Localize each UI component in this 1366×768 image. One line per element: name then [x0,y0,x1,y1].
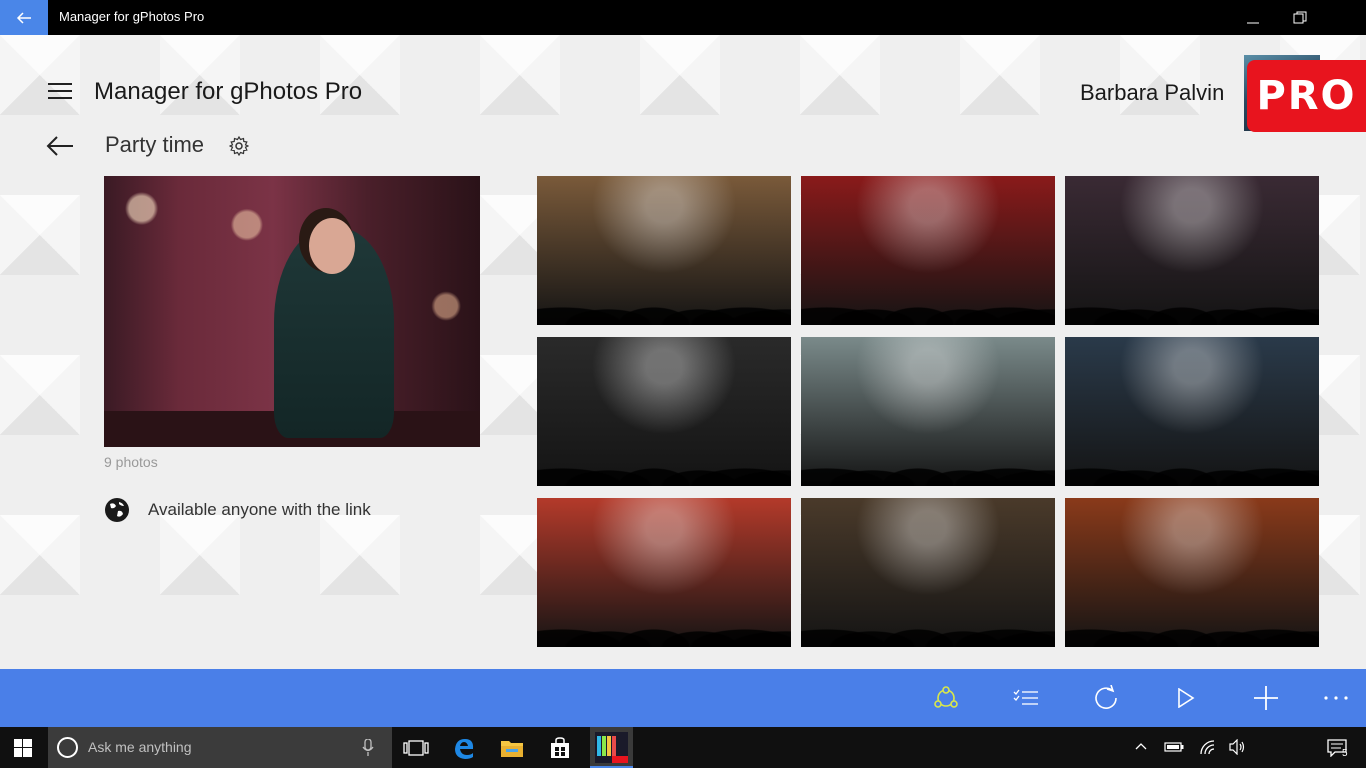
cortana-icon [57,737,78,758]
globe-icon [104,497,130,523]
play-icon [1178,688,1195,708]
task-view-icon [403,739,429,756]
album-settings-button[interactable] [228,135,250,157]
photo-count: 9 photos [104,454,158,470]
checklist-icon [1013,689,1038,705]
photo-thumbnail[interactable] [801,337,1055,486]
gphotos-app-icon [595,732,628,763]
user-name[interactable]: Barbara Palvin [1080,80,1224,106]
windows-logo-icon [14,738,32,757]
action-center-button[interactable]: 5 [1314,727,1360,768]
volume-icon[interactable] [1229,739,1247,755]
refresh-icon [1095,685,1117,709]
photo-thumbnail[interactable] [1065,176,1319,325]
more-button[interactable] [1321,683,1351,713]
add-button[interactable] [1251,683,1281,713]
gear-icon [228,135,250,157]
command-bar [0,669,1366,727]
main-content: Manager for gPhotos Pro Barbara Palvin P… [0,35,1366,669]
wifi-icon[interactable] [1199,739,1215,755]
taskbar: Ask me anything 5 [0,727,1366,768]
pro-badge: PRO [1247,60,1366,132]
store-bag-icon [551,736,569,758]
back-arrow-icon [46,136,73,156]
taskbar-store[interactable] [537,727,583,768]
photo-thumbnail[interactable] [537,337,791,486]
photo-thumbnail[interactable] [537,176,791,325]
start-button[interactable] [0,727,46,768]
plus-icon [1254,686,1278,710]
back-arrow-icon [16,11,31,24]
window-title: Manager for gPhotos Pro [59,9,205,24]
album-back-button[interactable] [46,135,74,157]
notification-count: 5 [1342,748,1348,759]
window-titlebar: Manager for gPhotos Pro [0,0,1366,35]
search-placeholder: Ask me anything [88,739,192,755]
share-button[interactable] [931,683,961,713]
share-icon [934,686,958,708]
photo-thumbnail[interactable] [801,498,1055,647]
restore-icon [1293,11,1307,23]
select-button[interactable] [1011,683,1041,713]
restore-button[interactable] [1277,0,1323,35]
photo-thumbnail[interactable] [1065,337,1319,486]
album-title: Party time [105,132,205,157]
task-view-button[interactable] [393,727,439,768]
chevron-up-icon[interactable] [1135,742,1147,750]
app-title: Manager for gPhotos Pro [94,78,363,105]
photo-thumbnail[interactable] [537,498,791,647]
edge-browser-icon [455,738,474,759]
microphone-icon[interactable] [362,739,374,757]
slideshow-button[interactable] [1171,683,1201,713]
hamburger-menu-button[interactable] [48,83,72,101]
minimize-button[interactable] [1230,0,1276,35]
folder-icon [501,740,523,757]
minimize-icon [1247,22,1259,23]
taskbar-edge[interactable] [441,727,487,768]
photo-thumbnail[interactable] [1065,498,1319,647]
photo-thumbnail[interactable] [801,176,1055,325]
window-back-button[interactable] [0,0,48,35]
more-icon [1324,696,1348,700]
refresh-button[interactable] [1091,683,1121,713]
sharing-status: Available anyone with the link [148,500,371,519]
taskbar-gphotos-app[interactable] [590,727,633,768]
battery-icon[interactable] [1164,742,1184,752]
cortana-search-box[interactable]: Ask me anything [48,727,392,768]
album-cover-photo[interactable] [104,176,480,447]
taskbar-file-explorer[interactable] [489,727,535,768]
